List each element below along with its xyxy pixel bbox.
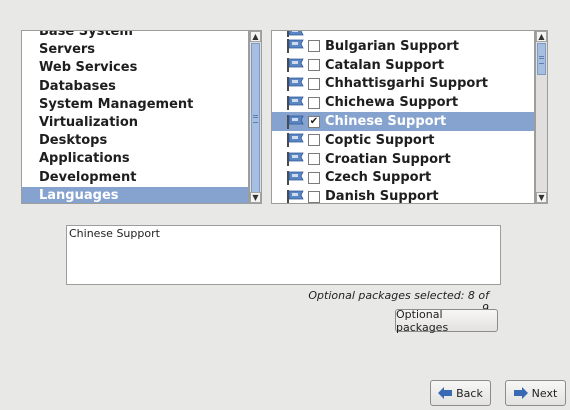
package-icon xyxy=(287,95,304,110)
package-checkbox[interactable] xyxy=(308,134,320,147)
list-item[interactable] xyxy=(272,31,534,37)
package-icon xyxy=(287,189,304,203)
package-description: Chinese Support xyxy=(66,225,501,285)
package-label: Croatian Support xyxy=(325,151,451,167)
arrow-right-icon xyxy=(513,387,528,399)
back-label: Back xyxy=(456,386,483,400)
package-checkbox[interactable] xyxy=(308,153,320,166)
packages-scrollbar[interactable]: ▲ ▼ xyxy=(535,30,548,204)
optional-packages-label: Optional packages xyxy=(396,307,449,334)
list-item[interactable]: Czech Support xyxy=(272,169,534,188)
package-checkbox[interactable]: ✔ xyxy=(308,115,320,128)
scroll-thumb[interactable] xyxy=(251,43,260,193)
scroll-down-arrow[interactable]: ▼ xyxy=(250,192,261,203)
package-icon xyxy=(287,31,304,37)
package-groups-list[interactable]: Base System Servers Web Services Databases S… xyxy=(21,30,249,204)
groups-scrollbar[interactable]: ▲ ▼ xyxy=(249,30,262,204)
package-checkbox[interactable] xyxy=(308,77,320,90)
package-icon xyxy=(287,152,304,167)
sidebar-item-databases[interactable]: Databases xyxy=(22,78,248,96)
package-icon xyxy=(287,58,304,73)
package-icon xyxy=(287,133,304,148)
sidebar-item-web-services[interactable]: Web Services xyxy=(22,59,248,77)
package-checkbox[interactable] xyxy=(308,171,320,184)
arrow-left-icon xyxy=(438,387,453,399)
list-item[interactable]: Chhattisgarhi Support xyxy=(272,75,534,94)
sidebar-item-desktops[interactable]: Desktops xyxy=(22,132,248,150)
language-packages-list[interactable]: Bulgarian Support Catalan Support Chhattis… xyxy=(271,30,535,204)
package-label: Chhattisgarhi Support xyxy=(325,76,488,92)
package-checkbox[interactable] xyxy=(308,190,320,203)
package-label: Coptic Support xyxy=(325,132,435,148)
package-icon xyxy=(287,76,304,91)
package-label: Catalan Support xyxy=(325,57,445,73)
scroll-down-arrow[interactable]: ▼ xyxy=(536,192,547,203)
package-label: Danish Support xyxy=(325,189,439,204)
next-label: Next xyxy=(531,386,558,400)
list-item[interactable]: Catalan Support xyxy=(272,56,534,75)
scroll-up-arrow[interactable]: ▲ xyxy=(536,31,547,42)
back-button[interactable]: Back xyxy=(430,380,491,406)
sidebar-item-base-system[interactable]: Base System xyxy=(22,31,248,41)
list-item[interactable]: Chichewa Support xyxy=(272,93,534,112)
sidebar-item-languages[interactable]: Languages xyxy=(22,186,248,203)
sidebar-item-applications[interactable]: Applications xyxy=(22,150,248,168)
package-checkbox[interactable] xyxy=(308,96,320,109)
list-item[interactable]: Croatian Support xyxy=(272,150,534,169)
sidebar-item-development[interactable]: Development xyxy=(22,169,248,187)
package-checkbox[interactable] xyxy=(308,59,320,72)
optional-packages-button[interactable]: Optional packages xyxy=(395,307,498,334)
sidebar-item-virtualization[interactable]: Virtualization xyxy=(22,114,248,132)
package-label: Bulgarian Support xyxy=(325,38,459,54)
list-item[interactable]: ✔ Chinese Support xyxy=(272,112,534,131)
package-label: Czech Support xyxy=(325,170,432,186)
package-icon xyxy=(287,170,304,185)
package-label: Chinese Support xyxy=(325,114,447,130)
package-label: Chichewa Support xyxy=(325,95,459,111)
scroll-up-arrow[interactable]: ▲ xyxy=(250,31,261,42)
list-item[interactable]: Bulgarian Support xyxy=(272,37,534,56)
list-item[interactable]: Danish Support xyxy=(272,187,534,204)
sidebar-item-system-management[interactable]: System Management xyxy=(22,96,248,114)
package-icon xyxy=(287,114,304,129)
list-item[interactable]: Coptic Support xyxy=(272,131,534,150)
package-checkbox[interactable] xyxy=(308,40,320,53)
package-icon xyxy=(287,39,304,54)
sidebar-item-servers[interactable]: Servers xyxy=(22,41,248,59)
scroll-thumb[interactable] xyxy=(537,43,546,75)
next-button[interactable]: Next xyxy=(505,380,566,406)
